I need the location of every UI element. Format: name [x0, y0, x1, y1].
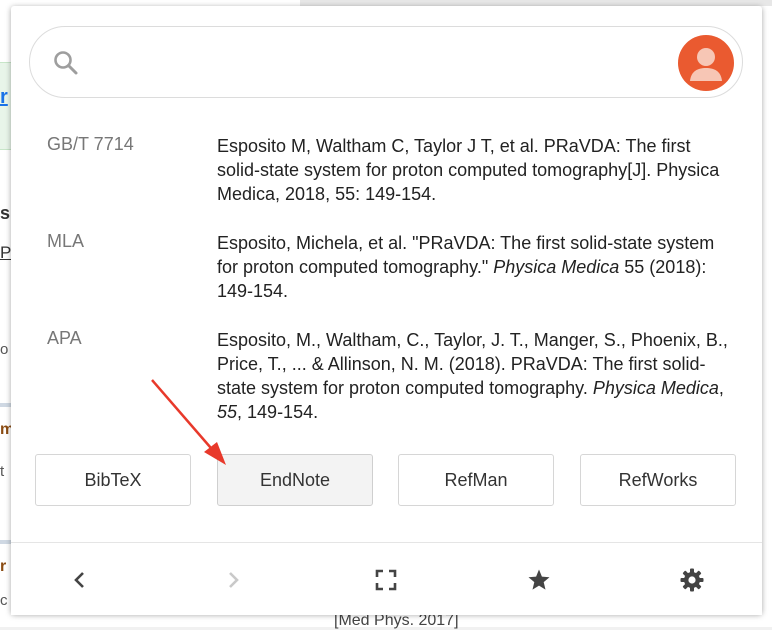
citation-style-label: MLA	[47, 231, 85, 251]
citation-text[interactable]: Esposito, M., Waltham, C., Taylor, J. T.…	[217, 328, 737, 424]
citation-style-label: GB/T 7714	[47, 134, 134, 154]
account-avatar[interactable]	[678, 35, 734, 91]
refman-button[interactable]: RefMan	[398, 454, 554, 506]
citation-volume: 55	[217, 402, 238, 422]
citation-text-part: ,	[718, 378, 724, 398]
background-fragment: P	[0, 243, 12, 262]
refworks-button[interactable]: RefWorks	[580, 454, 736, 506]
search-icon	[52, 49, 80, 77]
background-fragment: s	[0, 203, 11, 223]
cite-popup: GB/T 7714 Esposito M, Waltham C, Taylor …	[11, 6, 762, 615]
citation-style-label: APA	[47, 328, 82, 348]
citation-journal: Physica Medica	[592, 378, 719, 398]
star-icon[interactable]	[524, 565, 554, 595]
search-input[interactable]	[29, 26, 743, 98]
citation-text-part: , 149-154.	[237, 402, 319, 422]
endnote-button[interactable]: EndNote	[217, 454, 373, 506]
back-icon[interactable]	[65, 565, 95, 595]
background-fragment: r	[0, 558, 7, 575]
background-fragment: r	[0, 86, 8, 108]
citation-text[interactable]: Esposito, Michela, et al. "PRaVDA: The f…	[217, 231, 737, 303]
popup-footer-toolbar	[11, 542, 762, 615]
fullscreen-icon[interactable]	[371, 565, 401, 595]
background-fragment: o	[0, 341, 9, 358]
bibtex-button[interactable]: BibTeX	[35, 454, 191, 506]
citation-journal: Physica Medica	[493, 257, 620, 277]
citation-text[interactable]: Esposito M, Waltham C, Taylor J T, et al…	[217, 134, 737, 206]
background-fragment: t	[0, 463, 5, 480]
gear-icon[interactable]	[677, 565, 707, 595]
forward-icon[interactable]	[218, 565, 248, 595]
background-fragment: c	[0, 592, 8, 609]
